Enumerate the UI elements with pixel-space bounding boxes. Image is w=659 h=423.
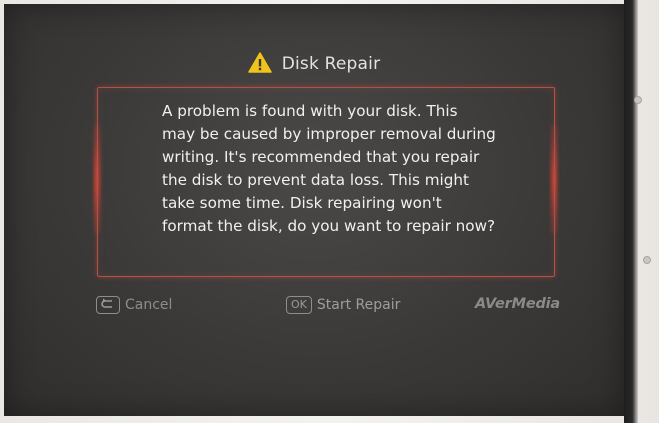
dialog-box: A problem is found with your disk. This … (97, 87, 555, 277)
start-repair-button[interactable]: OK Start Repair (286, 296, 400, 314)
dialog-message: A problem is found with your disk. This … (162, 100, 542, 238)
projection-screen: Disk Repair A problem is found with your… (4, 4, 624, 416)
message-line: may be caused by improper removal during (162, 125, 496, 143)
message-line: writing. It's recommended that you repai… (162, 148, 480, 166)
wall-mark (634, 96, 642, 104)
dialog-title: Disk Repair (281, 54, 381, 74)
screen-frame-edge (624, 0, 638, 423)
wall-mark (643, 256, 651, 264)
message-line: the disk to prevent data loss. This migh… (162, 171, 469, 189)
dialog-footer: Cancel OK Start Repair AVerMedia (4, 296, 624, 318)
photo-frame: Disk Repair A problem is found with your… (0, 0, 659, 423)
message-line: A problem is found with your disk. This (162, 102, 458, 120)
brand-logo: AVerMedia (475, 296, 560, 312)
cancel-label: Cancel (125, 297, 173, 313)
back-arrow-icon (96, 296, 120, 314)
ok-key-icon: OK (286, 296, 312, 314)
cancel-button[interactable]: Cancel (96, 296, 172, 314)
warning-triangle-icon (247, 52, 272, 78)
message-line: format the disk, do you want to repair n… (162, 217, 496, 235)
message-line: take some time. Disk repairing won't (162, 194, 442, 212)
dialog-header: Disk Repair (4, 52, 624, 78)
start-repair-label: Start Repair (316, 297, 401, 313)
